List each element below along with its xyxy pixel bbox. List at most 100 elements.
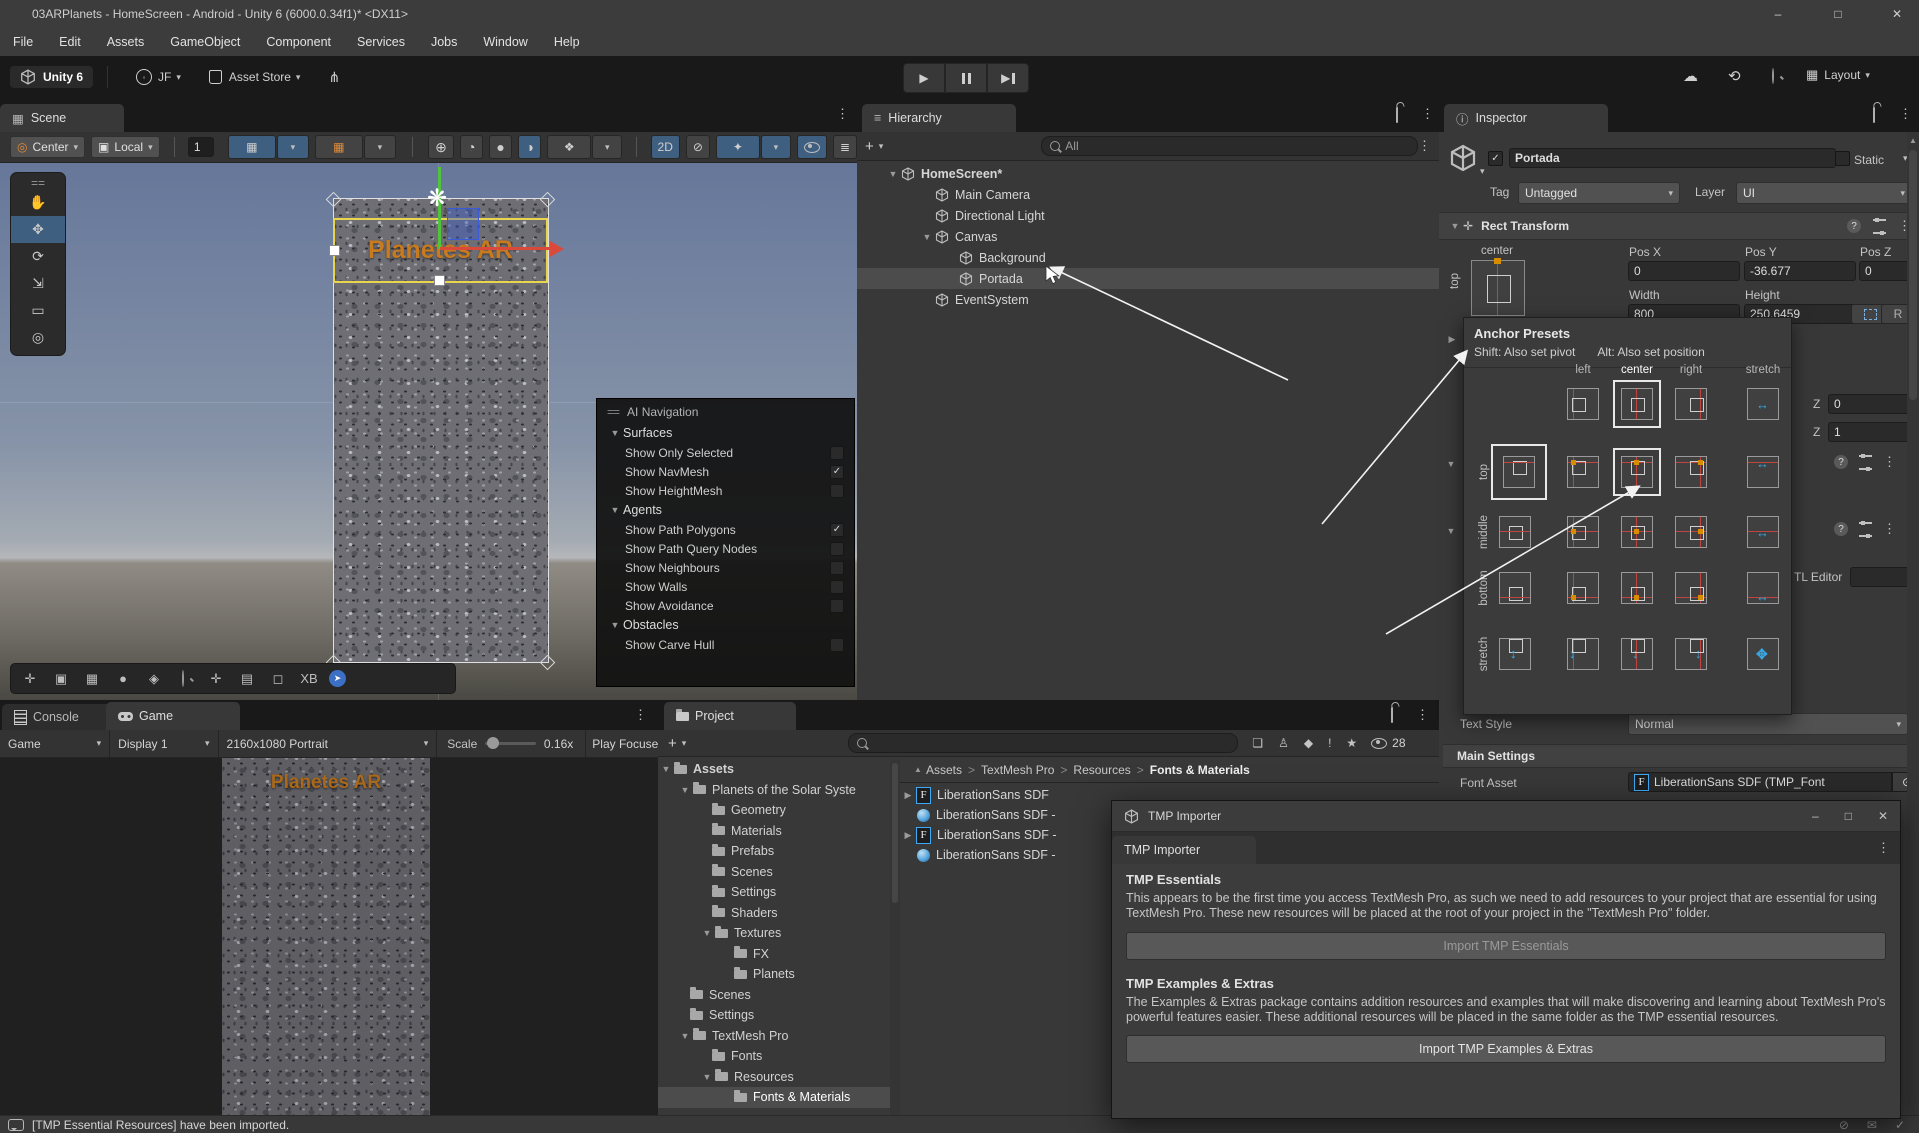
history-icon[interactable]: ⟲ [1728,67,1741,85]
minimize-button[interactable]: – [1758,0,1798,28]
layers-icon[interactable]: ≣ [833,135,857,159]
particles-icon[interactable]: ◈ [143,671,165,687]
menu-item-edit[interactable]: Edit [46,28,94,56]
tab-project[interactable]: Project [664,702,796,730]
open-new-window-icon[interactable]: ❏ [1252,736,1263,750]
maximize-button[interactable]: □ [1818,0,1858,28]
nav-section-agents[interactable]: ▼Agents [597,500,854,520]
rotation-gizmo-star-icon[interactable]: ❋ [427,184,447,213]
project-tree-item-shaders[interactable]: Shaders [658,903,890,924]
scene-menu-kebab[interactable]: ⋮ [836,106,849,122]
expander-arrow[interactable]: ▶ [900,790,916,801]
hidden-count[interactable]: 28 [1371,736,1405,750]
project-tree-item-assets[interactable]: ▼Assets [658,759,890,780]
anchor-row-preview-bottom[interactable] [1493,566,1537,610]
anchor-preset-top-stretch[interactable]: ↔ [1741,450,1785,494]
create-object-caret[interactable]: ▾ [879,141,884,152]
nav-checkbox[interactable] [830,599,844,613]
project-search-input[interactable] [848,733,1238,753]
pos-x-field[interactable]: 0 [1628,261,1740,281]
menu-item-component[interactable]: Component [253,28,344,56]
game-strip-kebab[interactable]: ⋮ [634,707,647,723]
dialog-maximize-button[interactable]: □ [1845,809,1852,823]
hierarchy-search-input[interactable]: All [1041,136,1418,156]
search-icon[interactable] [1772,69,1779,83]
help-icon[interactable]: ? [1834,522,1848,536]
scale-slider[interactable] [485,742,536,745]
main-settings-header[interactable]: Main Settings [1443,744,1919,768]
project-tree-item-fx[interactable]: FX [658,944,890,965]
menu-item-jobs[interactable]: Jobs [418,28,470,56]
grid-snap-icon[interactable]: ▦ [81,671,103,687]
anchor-preset-none-right[interactable] [1669,382,1713,426]
rect-edge-handle[interactable] [434,275,445,286]
2d-mode-button[interactable]: 2D [651,135,680,159]
static-checkbox[interactable] [1835,151,1850,166]
project-tree-item-prefabs[interactable]: Prefabs [658,841,890,862]
nav-section-surfaces[interactable]: ▼Surfaces [597,423,854,443]
hierarchy-item-directional-light[interactable]: Directional Light [857,205,1439,226]
anchor-preset-middle-center[interactable] [1615,510,1659,554]
scale-z-field[interactable]: 1 [1828,422,1910,442]
layer-dropdown[interactable]: UI▾ [1736,182,1912,204]
breadcrumb-textmesh-pro[interactable]: TextMesh Pro [981,763,1054,777]
dialog-kebab[interactable]: ⋮ [1877,840,1890,856]
move-gizmo-icon[interactable]: ✛ [19,671,41,687]
active-checkbox[interactable]: ✓ [1488,151,1503,166]
project-tree-item-resources[interactable]: ▼Resources [658,1067,890,1088]
rect-edge-handle[interactable] [329,245,340,256]
nav-checkbox[interactable]: ✓ [830,523,844,537]
anchor-preset-middle-left[interactable] [1561,510,1605,554]
game-view-dropdown[interactable]: Game▾ [0,730,110,757]
label-icon[interactable]: ◆ [1304,736,1313,750]
anchor-preset-stretch-stretch[interactable]: ✥ [1741,632,1785,676]
collapsed-foldout-arrow[interactable]: ▶ [1444,334,1460,345]
anchor-preset-none-stretch[interactable]: ↔ [1741,382,1785,426]
warning-icon[interactable]: ! [1328,736,1331,750]
project-tree-item-fonts[interactable]: Fonts [658,1046,890,1067]
anchor-row-preview-stretch[interactable]: ↕↕ [1493,632,1537,676]
search-icon[interactable] [174,671,196,686]
move-tool[interactable]: ✥ [11,216,65,243]
anchor-preset-bottom-center[interactable] [1615,566,1659,610]
cube-icon[interactable]: ◻ [267,671,289,687]
project-tree-item-fonts-materials[interactable]: Fonts & Materials [658,1087,890,1108]
create-asset-caret[interactable]: ▾ [682,738,687,749]
pivot-dropdown[interactable]: ◎ Center▾ [10,136,85,158]
snap-increment-field[interactable]: 1 [188,137,214,157]
message-icon[interactable]: ✉ [1867,1118,1877,1132]
anchor-preset-stretch-center[interactable]: ↕ [1615,632,1659,676]
hand-tool[interactable]: ✋ [11,189,65,216]
effects-button[interactable]: ✦ [716,135,760,159]
nav-checkbox[interactable]: ✓ [830,465,844,479]
version-control-icon[interactable]: ⋔ [328,69,340,86]
handle-space-dropdown[interactable]: ▣ Local▾ [91,136,160,158]
help-icon[interactable]: ? [1834,455,1848,469]
snap-magnet-caret[interactable]: ▾ [364,135,396,159]
project-tree-item-scenes[interactable]: Scenes [658,985,890,1006]
snap-magnet-button[interactable]: ▦ [315,135,363,159]
expander-arrow[interactable]: ▶ [900,830,916,841]
lighting-toggle-icon[interactable]: ◔ [460,135,483,159]
hierarchy-item-background[interactable]: Background [857,247,1439,268]
hierarchy-item-eventsystem[interactable]: EventSystem [857,289,1439,310]
project-lock-icon[interactable] [1391,708,1393,722]
project-tree-item-textmesh-pro[interactable]: ▼TextMesh Pro [658,1026,890,1047]
nav-checkbox[interactable] [830,638,844,652]
help-icon[interactable]: ? [1847,219,1861,233]
project-tree-item-geometry[interactable]: Geometry [658,800,890,821]
breadcrumb-resources[interactable]: Resources [1073,763,1130,777]
inspector-strip-kebab[interactable]: ⋮ [1899,106,1912,122]
tag-dropdown[interactable]: Untagged▾ [1518,182,1680,204]
hierarchy-item-homescreen-[interactable]: ▼HomeScreen* [857,163,1439,184]
nav-checkbox[interactable] [830,484,844,498]
audio-mute-icon[interactable]: ⊘ [686,135,710,159]
name-field[interactable]: Portada [1509,148,1836,168]
gameobject-caret[interactable]: ▾ [1480,166,1485,177]
menu-item-window[interactable]: Window [470,28,540,56]
anchor-row-preview-top[interactable] [1493,446,1545,498]
import-essentials-button[interactable]: Import TMP Essentials [1126,932,1886,960]
resolution-dropdown[interactable]: 2160x1080 Portrait▾ [219,730,438,757]
tab-inspector[interactable]: ⓘ Inspector [1444,104,1608,132]
foldout-arrow[interactable]: ▼ [677,785,693,795]
